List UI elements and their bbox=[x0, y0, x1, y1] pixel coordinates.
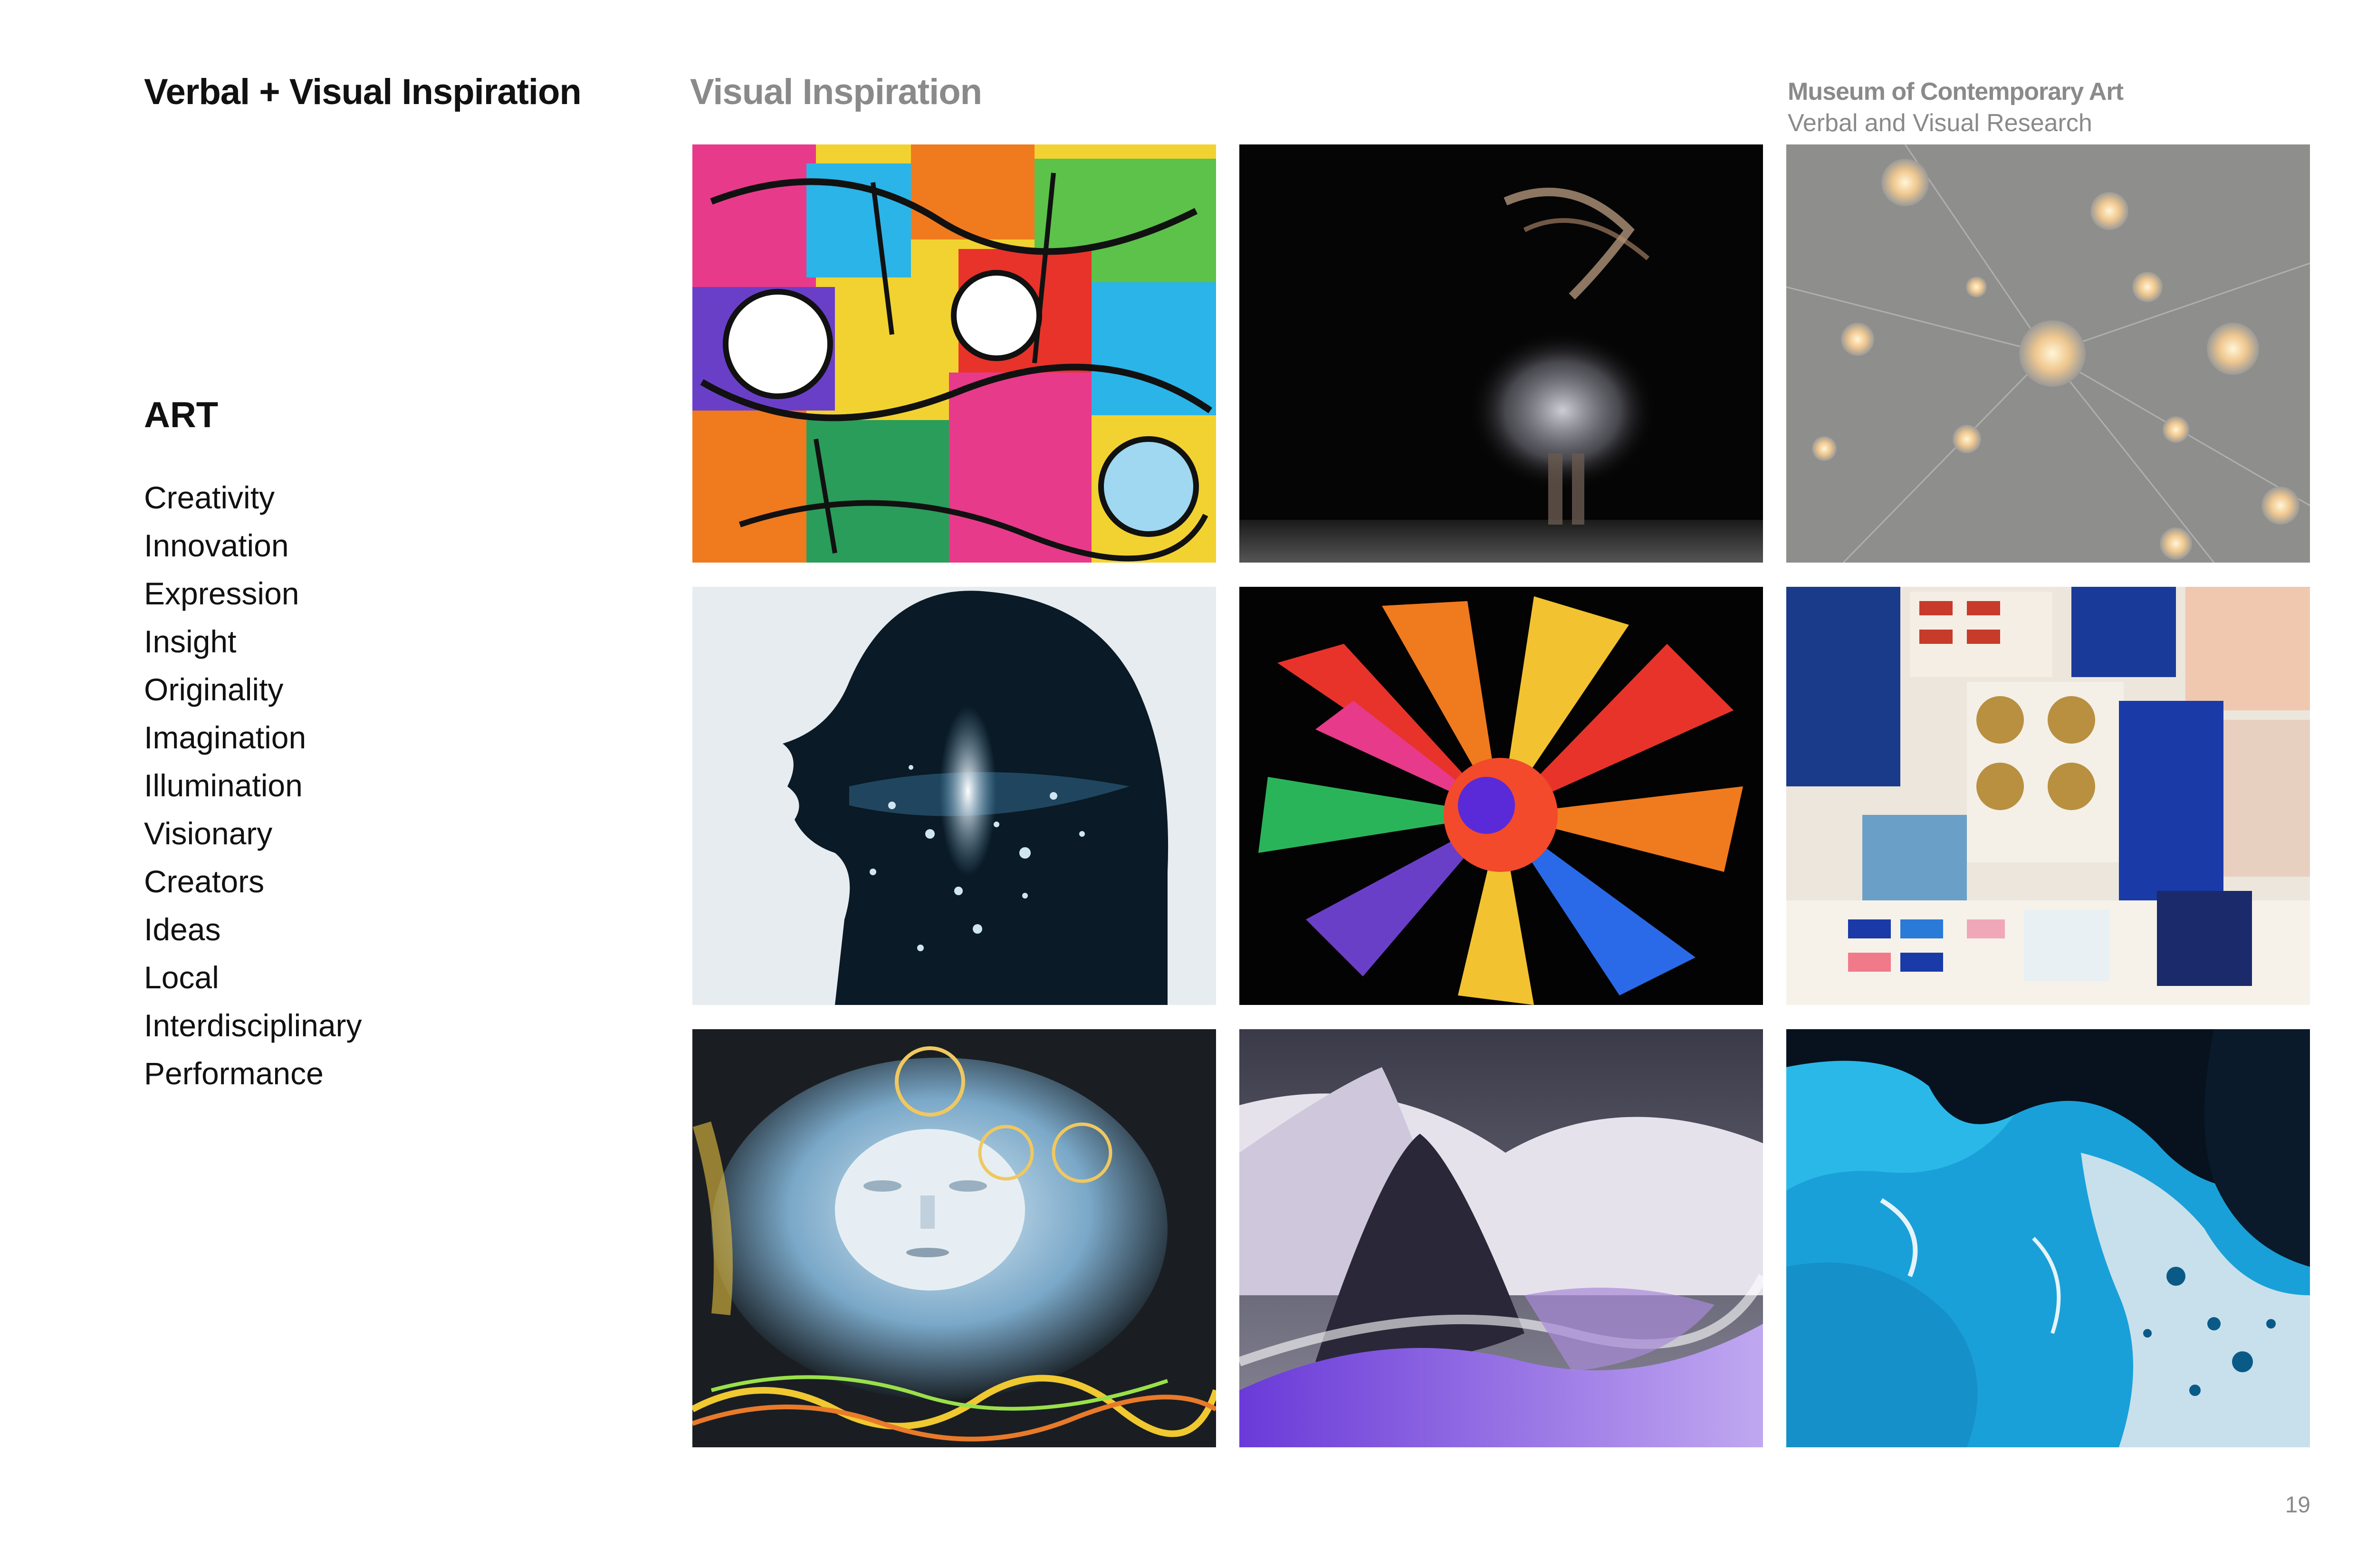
keyword-item: Ideas bbox=[144, 912, 221, 947]
fabric-graphic bbox=[1239, 1029, 1763, 1447]
keyword-item: Insight bbox=[144, 624, 237, 659]
page-number: 19 bbox=[2285, 1492, 2310, 1518]
keyword-list: Creativity Innovation Expression Insight… bbox=[144, 474, 362, 1098]
keyword-item: Creators bbox=[144, 864, 265, 899]
keyword-item: Local bbox=[144, 960, 219, 995]
organization-name: Museum of Contemporary Art bbox=[1788, 78, 2124, 105]
keyword-item: Imagination bbox=[144, 720, 307, 755]
document-title: Verbal + Visual Inspiration bbox=[144, 72, 582, 112]
silhouette-graphic bbox=[692, 587, 1216, 1005]
section-title: Visual Inspiration bbox=[690, 72, 982, 112]
collage-graphic bbox=[1786, 587, 2310, 1005]
powder-explosion-graphic bbox=[1239, 587, 1763, 1005]
organization-block: Museum of Contemporary Art Verbal and Vi… bbox=[1788, 76, 2124, 139]
fluid-art-graphic bbox=[1786, 1029, 2310, 1447]
abstract-collage-moodboard-image bbox=[1786, 587, 2310, 1005]
glass-orbs-graphic bbox=[1786, 144, 2310, 563]
category-panel: ART Creativity Innovation Expression Ins… bbox=[144, 394, 362, 1098]
hanging-glass-orbs-image bbox=[1786, 144, 2310, 563]
image-gallery bbox=[692, 144, 2310, 1447]
keyword-item: Expression bbox=[144, 576, 299, 611]
keyword-item: Performance bbox=[144, 1056, 324, 1091]
dreamlike-face-clouds-image bbox=[692, 1029, 1216, 1447]
keyword-item: Innovation bbox=[144, 528, 289, 563]
keyword-item: Creativity bbox=[144, 480, 275, 515]
flowing-fabric-performance-image bbox=[1239, 1029, 1763, 1447]
color-powder-explosion-image bbox=[1239, 587, 1763, 1005]
blue-fluid-art-image bbox=[1786, 1029, 2310, 1447]
starry-silhouette-profile-image bbox=[692, 587, 1216, 1005]
dancer-graphic bbox=[1239, 144, 1763, 563]
colorful-doodle-mural-image bbox=[692, 144, 1216, 563]
motion-blur-dancer-image bbox=[1239, 144, 1763, 563]
doodle-mural-graphic bbox=[692, 144, 1216, 563]
keyword-item: Interdisciplinary bbox=[144, 1008, 362, 1043]
dream-face-graphic bbox=[692, 1029, 1216, 1447]
organization-subtitle: Verbal and Visual Research bbox=[1788, 109, 2092, 137]
keyword-item: Originality bbox=[144, 672, 284, 707]
category-heading: ART bbox=[144, 395, 219, 435]
keyword-item: Illumination bbox=[144, 768, 303, 803]
keyword-item: Visionary bbox=[144, 816, 273, 851]
